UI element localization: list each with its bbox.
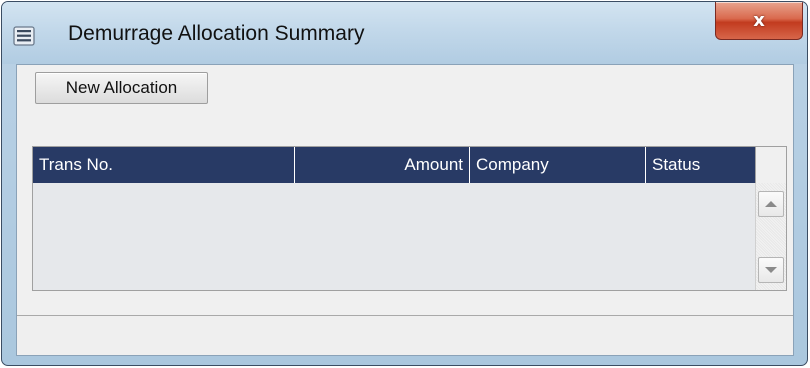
close-button[interactable]: x [715,2,803,40]
scroll-down-button[interactable] [758,257,784,283]
allocation-grid: Trans No. Amount Company Status [32,146,787,291]
window-title: Demurrage Allocation Summary [68,22,365,45]
status-bar [17,315,793,355]
grid-header: Trans No. Amount Company Status [33,147,755,183]
dialog-content: New Allocation Trans No. Amount Company … [16,64,794,356]
arrow-up-icon [765,201,777,207]
column-header-status[interactable]: Status [646,147,755,183]
arrow-down-icon [765,267,777,273]
column-header-company[interactable]: Company [470,147,646,183]
list-icon [13,26,35,46]
new-allocation-button[interactable]: New Allocation [35,72,208,104]
scroll-up-button[interactable] [758,191,784,217]
column-header-trans-no[interactable]: Trans No. [33,147,295,183]
grid-body[interactable] [33,183,755,290]
close-icon: x [753,9,765,31]
grid-header-corner [755,147,786,183]
column-header-amount[interactable]: Amount [295,147,470,183]
vertical-scrollbar[interactable] [755,183,786,290]
title-bar[interactable]: Demurrage Allocation Summary x [2,2,807,64]
dialog-window: Demurrage Allocation Summary x New Alloc… [1,1,808,366]
